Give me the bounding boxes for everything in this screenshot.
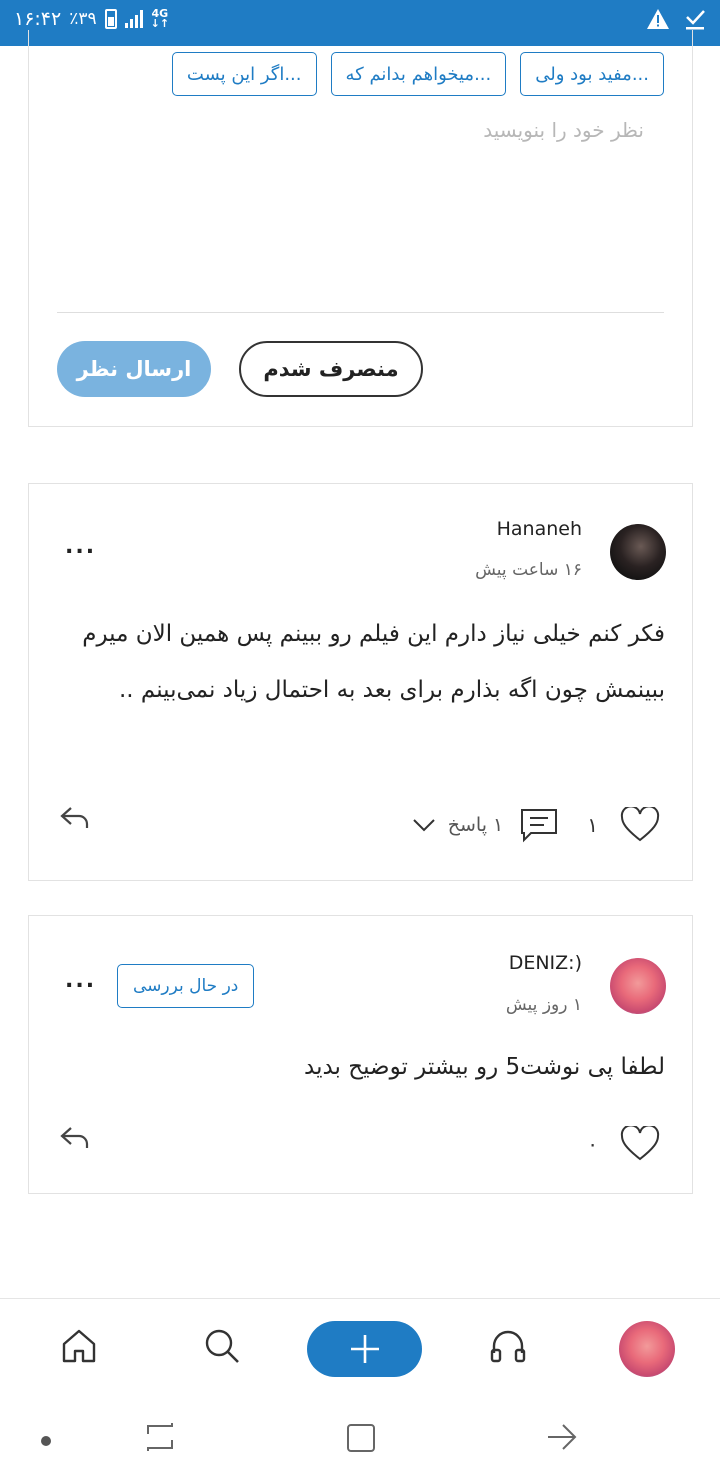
comment-icon[interactable]	[519, 807, 559, 843]
chip-want-to-know[interactable]: میخواهم بدانم که...	[330, 52, 507, 96]
comment-composer: مفید بود ولی... میخواهم بدانم که... اگر …	[28, 30, 693, 427]
chevron-down-icon[interactable]	[412, 817, 436, 833]
chip-helpful-but[interactable]: مفید بود ولی...	[520, 52, 664, 96]
bottom-navigation	[0, 1298, 720, 1398]
status-right	[646, 8, 706, 30]
reply-icon[interactable]	[59, 1124, 91, 1152]
like-count: ۰	[587, 1132, 598, 1156]
more-options-button[interactable]: ...	[65, 968, 96, 993]
reply-icon[interactable]	[59, 804, 91, 832]
send-comment-button[interactable]: ارسال نظر	[57, 341, 211, 397]
more-options-button[interactable]: ...	[65, 534, 96, 559]
battery-percent: ٪۳۹	[69, 9, 97, 29]
suggestion-chips: مفید بود ولی... میخواهم بدانم که... اگر …	[171, 52, 664, 96]
comment-time: ۱ روز پیش	[505, 995, 582, 1015]
heart-icon[interactable]	[620, 1126, 660, 1162]
comment-card: DENIZ:) ۱ روز پیش در حال بررسی ... لطفا …	[28, 915, 693, 1194]
comment-input[interactable]: نظر خود را بنویسید	[84, 118, 644, 142]
comment-time: ۱۶ ساعت پیش	[475, 560, 582, 580]
plus-icon	[350, 1335, 379, 1363]
profile-avatar[interactable]	[619, 1321, 675, 1377]
network-type: 4G ↓↑	[150, 7, 170, 30]
battery-icon	[104, 9, 117, 29]
comment-card: Hananeh ۱۶ ساعت پیش ... فکر کنم خیلی نیا…	[28, 483, 693, 881]
comment-text: فکر کنم خیلی نیاز دارم این فیلم رو ببینم…	[82, 621, 665, 703]
home-icon[interactable]	[60, 1327, 98, 1369]
dot-icon[interactable]	[40, 1432, 52, 1451]
status-badge: در حال بررسی	[117, 964, 255, 1008]
composer-divider	[57, 312, 664, 313]
comment-actions: ۱ ۱ پاسخ	[412, 807, 660, 843]
like-count: ۱	[587, 813, 598, 837]
recents-icon[interactable]	[144, 1420, 176, 1458]
headphones-icon[interactable]	[489, 1327, 527, 1369]
heart-icon[interactable]	[620, 807, 660, 843]
download-complete-icon	[686, 10, 705, 30]
comment-actions: ۰	[587, 1126, 660, 1162]
search-icon[interactable]	[203, 1327, 241, 1369]
status-time: ۱۶:۴۲	[14, 8, 62, 30]
back-arrow-icon[interactable]	[545, 1420, 579, 1458]
cancel-button[interactable]: منصرف شدم	[239, 341, 423, 397]
chip-if-this-post[interactable]: اگر این پست...	[171, 52, 317, 96]
comment-username[interactable]: Hananeh	[497, 518, 582, 540]
add-post-button[interactable]	[307, 1321, 422, 1377]
signal-icon	[124, 10, 143, 28]
status-left: ۱۶:۴۲ ٪۳۹ 4G ↓↑	[14, 8, 169, 30]
system-navigation	[0, 1398, 720, 1480]
avatar[interactable]	[610, 524, 666, 580]
home-square-icon[interactable]	[345, 1420, 377, 1458]
replies-count[interactable]: ۱ پاسخ	[448, 814, 504, 836]
comment-text: لطفا پی نوشت5 رو بیشتر توضیح بدید	[304, 1054, 665, 1080]
warning-icon	[647, 9, 669, 29]
comment-username[interactable]: DENIZ:)	[509, 952, 582, 974]
avatar[interactable]	[610, 958, 666, 1014]
